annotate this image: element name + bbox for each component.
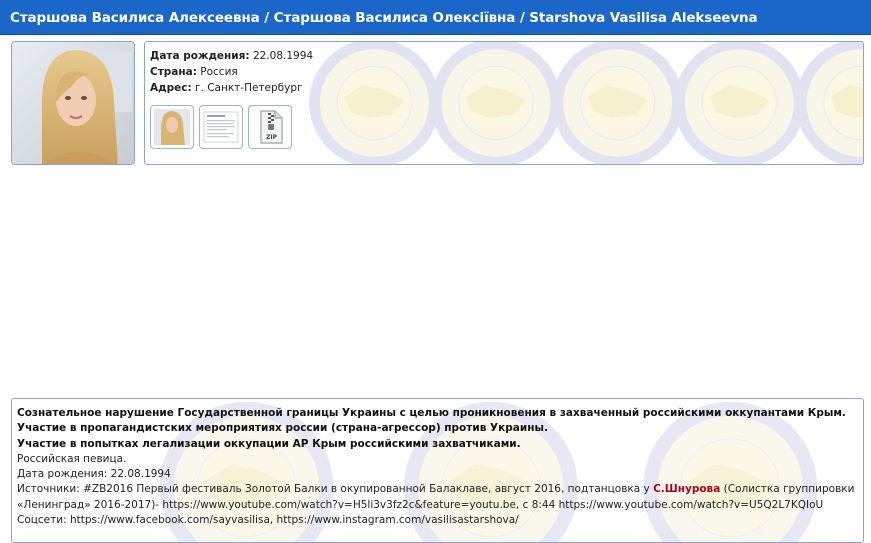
watermark-seal-inner — [336, 65, 412, 141]
profile-info-card: Дата рождения: 22.08.1994 Страна: Россия… — [144, 41, 864, 165]
description-card: Сознательное нарушение Государственной г… — [11, 398, 864, 543]
watermark-seal-inner — [823, 65, 863, 141]
attachment-photo-thumbnail[interactable] — [150, 105, 194, 149]
country-value: Россия — [200, 66, 238, 78]
address-label: Адрес: — [150, 82, 192, 94]
social-links-line: Соцсети: https://www.facebook.com/sayvas… — [17, 514, 519, 527]
description-text: Сознательное нарушение Государственной г… — [17, 406, 857, 528]
watermark-seal-inner — [701, 65, 777, 141]
watermark-map-shape — [344, 85, 405, 118]
profile-photo-image — [12, 42, 134, 164]
watermark-seal-inner — [580, 65, 656, 141]
watermark-seal — [309, 42, 440, 164]
country-label: Страна: — [150, 66, 197, 78]
zip-badge-text: ZIP — [266, 134, 278, 141]
occupation-line: Российская певица. — [17, 452, 127, 465]
attachment-zip-file[interactable]: ZIP — [248, 105, 292, 149]
country-row: Страна: Россия — [150, 66, 238, 78]
birth-date-value: 22.08.1994 — [252, 50, 314, 62]
attachment-document-thumbnail[interactable] — [199, 105, 243, 149]
violation-line: Сознательное нарушение Государственной г… — [17, 407, 846, 419]
watermark-seal-inner — [458, 65, 534, 141]
watermark-map-shape — [466, 85, 526, 118]
watermark-seal — [430, 42, 562, 164]
profile-photo[interactable] — [11, 41, 135, 165]
watermark-seal — [674, 42, 805, 164]
birth-date-line: Дата рождения: 22.08.1994 — [17, 468, 171, 481]
address-value: г. Санкт-Петербург — [195, 82, 303, 94]
watermark-seal — [795, 42, 863, 164]
person-link[interactable]: С.Шнурова — [653, 483, 720, 495]
zip-file-icon: ZIP — [260, 110, 283, 144]
watermark-map-shape — [587, 85, 648, 118]
watermark-map-shape — [709, 85, 770, 118]
photo-thumbnail-icon — [154, 109, 190, 145]
violation-line: Участие в пропагандистских мероприятиях … — [17, 422, 548, 435]
violation-line: Участие в попытках легализации оккупации… — [17, 437, 521, 450]
sources-line: Источники: #ZB2016 Первый фестиваль Золо… — [17, 482, 857, 513]
birth-date-label: Дата рождения: — [150, 50, 250, 62]
watermark-seal — [552, 42, 683, 164]
header-bar: Старшова Василиса Алексеевна / Старшова … — [0, 0, 871, 35]
watermark-map-shape — [831, 85, 863, 118]
page-title: Старшова Василиса Алексеевна / Старшова … — [10, 10, 758, 26]
document-thumbnail-icon — [203, 111, 239, 143]
sources-prefix: Источники: #ZB2016 Первый фестиваль Золо… — [17, 483, 654, 496]
birth-date-row: Дата рождения: 22.08.1994 — [150, 50, 313, 62]
address-row: Адрес: г. Санкт-Петербург — [150, 82, 303, 94]
